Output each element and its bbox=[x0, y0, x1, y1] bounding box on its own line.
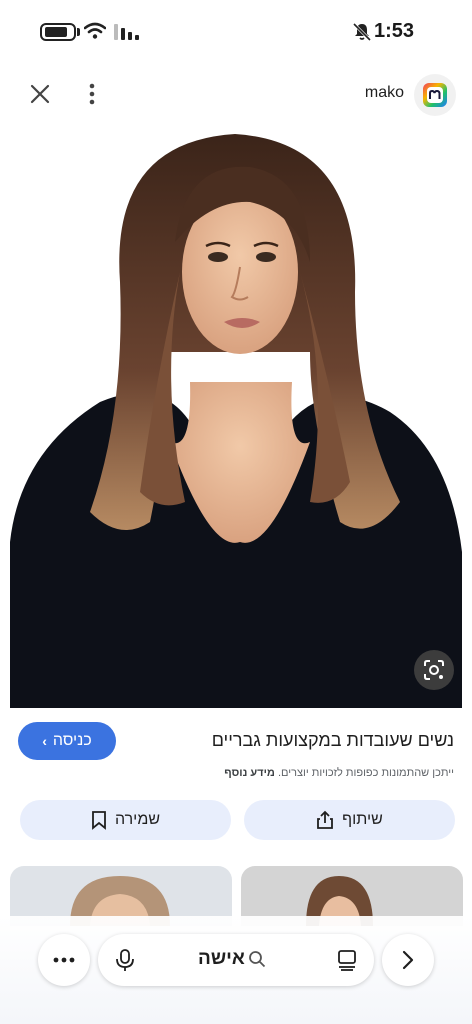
battery-tip bbox=[77, 28, 80, 36]
signal-icon bbox=[114, 24, 139, 40]
search-bar[interactable]: אישה bbox=[98, 934, 374, 986]
lens-icon bbox=[424, 660, 444, 680]
result-info: ‹ כניסה נשים שעובדות במקצועות גבריים יית… bbox=[0, 708, 472, 868]
tabs-icon[interactable] bbox=[336, 948, 358, 972]
forward-button[interactable] bbox=[382, 934, 434, 986]
save-button[interactable]: שמירה bbox=[20, 800, 231, 840]
status-time: 1:53 bbox=[374, 20, 415, 42]
save-label: שמירה bbox=[114, 811, 161, 828]
bookmark-icon bbox=[92, 811, 106, 830]
site-name[interactable]: mako bbox=[340, 84, 404, 102]
close-icon[interactable] bbox=[26, 80, 54, 108]
wifi-icon bbox=[84, 22, 106, 39]
more-vertical-icon[interactable] bbox=[82, 80, 102, 108]
copyright-notice: ייתכן שהתמונות כפופות לזכויות יוצרים. מי… bbox=[14, 767, 454, 779]
share-label: שיתוף bbox=[342, 811, 383, 828]
share-icon bbox=[317, 810, 334, 829]
portrait-illustration bbox=[10, 122, 462, 708]
more-horizontal-icon bbox=[53, 957, 75, 963]
copyright-text: ייתכן שהתמונות כפופות לזכויות יוצרים. bbox=[277, 767, 454, 779]
search-icon bbox=[249, 951, 266, 968]
chevron-left-icon: ‹ bbox=[42, 733, 47, 749]
mako-logo-icon bbox=[423, 83, 447, 107]
result-title[interactable]: נשים שעובדות במקצועות גבריים bbox=[134, 730, 454, 751]
menu-button[interactable] bbox=[38, 934, 90, 986]
more-info-link[interactable]: מידע נוסף bbox=[224, 767, 275, 779]
share-button[interactable]: שיתוף bbox=[244, 800, 455, 840]
visit-button[interactable]: ‹ כניסה bbox=[18, 722, 116, 760]
bell-muted-icon bbox=[352, 22, 372, 42]
battery-icon bbox=[40, 23, 76, 41]
bottom-nav: אישה bbox=[0, 916, 472, 1024]
main-image[interactable] bbox=[10, 122, 462, 708]
lens-button[interactable] bbox=[414, 650, 454, 690]
mic-icon[interactable] bbox=[114, 948, 136, 972]
status-bar: 1:53 bbox=[0, 0, 472, 64]
search-query[interactable]: אישה bbox=[198, 948, 245, 970]
top-bar: mako bbox=[0, 64, 472, 122]
site-logo[interactable] bbox=[414, 74, 456, 116]
visit-label: כניסה bbox=[52, 732, 92, 749]
chevron-right-icon bbox=[402, 950, 414, 970]
